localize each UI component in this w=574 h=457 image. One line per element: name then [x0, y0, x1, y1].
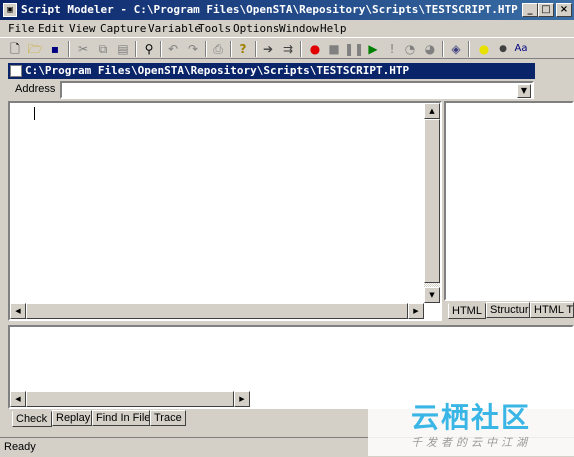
tab-find-in-files[interactable]: Find In Files — [92, 410, 150, 426]
toolbar-separator — [135, 41, 137, 57]
step-icon[interactable]: ◔ — [401, 40, 419, 58]
breakpoint-icon[interactable]: ● — [494, 40, 512, 58]
scroll-left-icon[interactable]: ◀ — [10, 391, 26, 407]
menu-options[interactable]: Options — [233, 22, 279, 35]
font-icon[interactable]: Aa — [512, 40, 530, 58]
toolbar-separator — [468, 41, 470, 57]
menu-edit[interactable]: Edit — [38, 22, 65, 35]
chevron-down-icon[interactable]: ▼ — [517, 84, 531, 98]
scroll-thumb[interactable] — [26, 303, 408, 319]
scroll-left-icon[interactable]: ◀ — [10, 303, 26, 319]
address-label: Address — [15, 83, 56, 95]
scroll-up-icon[interactable]: ▲ — [424, 103, 440, 119]
save-icon[interactable]: ▪ — [46, 40, 64, 58]
scroll-thumb[interactable] — [424, 119, 440, 283]
editor-vertical-scrollbar[interactable]: ▲ ▼ — [424, 103, 440, 303]
play-icon[interactable]: ▶ — [364, 40, 382, 58]
watermark-logo: 云栖社区 — [410, 401, 531, 434]
tab-structure[interactable]: Structure — [486, 302, 530, 318]
undo-icon[interactable]: ↶ — [164, 40, 182, 58]
cut-icon[interactable]: ✂ — [74, 40, 92, 58]
view-tabs: HTML Structure HTML T — [444, 301, 574, 321]
toolbar-separator — [300, 41, 302, 57]
compile-icon[interactable]: ◈ — [447, 40, 465, 58]
watermark-tagline: 千发者的云中江湖 — [411, 436, 531, 449]
scroll-right-icon[interactable]: ▶ — [408, 303, 424, 319]
open-folder-icon[interactable]: 🗁 — [26, 40, 44, 58]
toolbar-separator — [205, 41, 207, 57]
toolbar: 🗋 🗁 ▪ ✂ ⧉ ▤ ⚲ ↶ ↷ ⎙ ? ➔ ⇉ ● ■ ❚❚ ▶ ! ◔ ◕… — [0, 37, 574, 59]
menu-bar: File Edit View Capture Variable Tools Op… — [0, 20, 574, 37]
toolbar-separator — [160, 41, 162, 57]
redo-icon[interactable]: ↷ — [184, 40, 202, 58]
app-icon[interactable]: ▣ — [3, 3, 17, 17]
menu-variable[interactable]: Variable — [148, 22, 201, 35]
editor-horizontal-scrollbar[interactable]: ◀ ▶ — [10, 303, 424, 319]
toolbar-separator — [230, 41, 232, 57]
menu-window[interactable]: Window — [279, 22, 319, 35]
watermark: 云栖社区 千发者的云中江湖 — [368, 394, 574, 456]
pause-icon[interactable]: ❚❚ — [344, 40, 364, 58]
menu-view[interactable]: View — [69, 22, 96, 35]
address-input[interactable]: ▼ — [60, 81, 534, 99]
html-view-pane[interactable] — [444, 101, 574, 301]
stop-icon[interactable]: ■ — [325, 40, 343, 58]
goto-arrow-icon[interactable]: ➔ — [259, 40, 277, 58]
scroll-down-icon[interactable]: ▼ — [424, 287, 440, 303]
document-title: C:\Program Files\OpenSTA\Repository\Scri… — [25, 64, 410, 77]
menu-capture[interactable]: Capture — [100, 22, 146, 35]
tab-check[interactable]: Check — [12, 411, 52, 427]
window-title: Script Modeler - C:\Program Files\OpenST… — [21, 3, 518, 16]
text-caret — [34, 107, 35, 120]
toolbar-separator — [68, 41, 70, 57]
menu-file[interactable]: File — [8, 22, 35, 35]
menu-tools[interactable]: Tools — [198, 22, 231, 35]
document-title-bar[interactable]: C:\Program Files\OpenSTA\Repository\Scri… — [8, 63, 535, 79]
status-text: Ready — [4, 441, 36, 453]
tab-trace[interactable]: Trace — [150, 410, 186, 426]
address-bar: Address ▼ — [8, 80, 535, 100]
new-file-icon[interactable]: 🗋 — [6, 40, 24, 58]
find-next-icon[interactable]: ⇉ — [279, 40, 297, 58]
paste-icon[interactable]: ▤ — [114, 40, 132, 58]
toolbar-separator — [442, 41, 444, 57]
output-horizontal-scrollbar[interactable]: ◀ ▶ — [10, 391, 250, 407]
close-button[interactable]: × — [556, 3, 572, 17]
scroll-thumb[interactable] — [26, 391, 234, 407]
toolbar-separator — [255, 41, 257, 57]
script-editor[interactable]: ▲ ▼ ◀ ▶ — [8, 101, 442, 321]
exclamation-icon[interactable]: ! — [383, 40, 401, 58]
title-bar[interactable]: ▣ Script Modeler - C:\Program Files\Open… — [0, 0, 574, 20]
tab-html[interactable]: HTML — [448, 303, 486, 319]
document-icon — [10, 65, 22, 77]
bookmark-icon[interactable]: ● — [475, 40, 493, 58]
find-binoculars-icon[interactable]: ⚲ — [140, 40, 158, 58]
help-question-icon[interactable]: ? — [234, 40, 252, 58]
maximize-button[interactable]: □ — [538, 3, 554, 17]
tab-replay[interactable]: Replay — [52, 410, 92, 426]
scroll-right-icon[interactable]: ▶ — [234, 391, 250, 407]
copy-icon[interactable]: ⧉ — [94, 40, 112, 58]
minimize-button[interactable]: _ — [522, 3, 538, 17]
print-icon[interactable]: ⎙ — [209, 40, 227, 58]
menu-help[interactable]: Help — [320, 22, 347, 35]
record-icon[interactable]: ● — [306, 40, 324, 58]
tab-html-tree[interactable]: HTML T — [530, 302, 574, 318]
step-over-icon[interactable]: ◕ — [421, 40, 439, 58]
